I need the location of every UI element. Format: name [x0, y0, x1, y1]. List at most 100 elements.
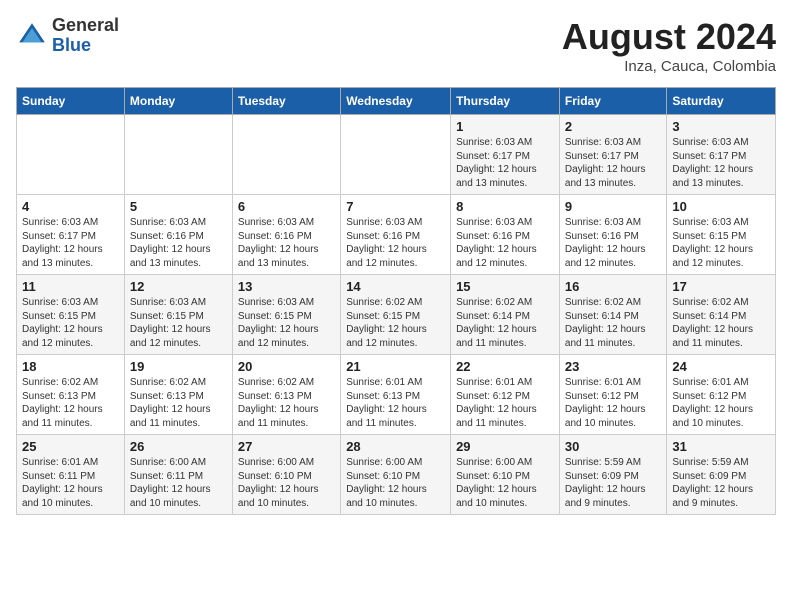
day-number: 6 — [238, 199, 335, 214]
header-cell-monday: Monday — [124, 88, 232, 115]
day-number: 21 — [346, 359, 445, 374]
calendar-cell: 15 Sunrise: 6:02 AM Sunset: 6:14 PM Dayli… — [451, 275, 560, 355]
day-number: 14 — [346, 279, 445, 294]
day-number: 20 — [238, 359, 335, 374]
calendar-cell: 1 Sunrise: 6:03 AM Sunset: 6:17 PM Daylig… — [451, 115, 560, 195]
day-info: Sunrise: 6:01 AM Sunset: 6:12 PM Dayligh… — [456, 376, 554, 430]
calendar-cell: 4 Sunrise: 6:03 AM Sunset: 6:17 PM Daylig… — [17, 195, 125, 275]
calendar-week-4: 18Sunrise: 6:02 AM Sunset: 6:13 PM Dayli… — [17, 355, 776, 435]
calendar-cell: 13 Sunrise: 6:03 AM Sunset: 6:15 PM Dayli… — [232, 275, 340, 355]
calendar-cell — [124, 115, 232, 195]
calendar-cell: 6 Sunrise: 6:03 AM Sunset: 6:16 PM Daylig… — [232, 195, 340, 275]
calendar-cell: 7 Sunrise: 6:03 AM Sunset: 6:16 PM Daylig… — [341, 195, 451, 275]
day-info: Sunrise: 6:03 AM Sunset: 6:17 PM Dayligh… — [456, 136, 554, 190]
header-cell-wednesday: Wednesday — [341, 88, 451, 115]
day-number: 4 — [22, 199, 119, 214]
day-number: 24 — [672, 359, 770, 374]
day-info: Sunrise: 6:03 AM Sunset: 6:17 PM Dayligh… — [22, 216, 119, 270]
header-cell-tuesday: Tuesday — [232, 88, 340, 115]
header-cell-sunday: Sunday — [17, 88, 125, 115]
header-cell-saturday: Saturday — [667, 88, 776, 115]
day-info: Sunrise: 6:03 AM Sunset: 6:17 PM Dayligh… — [565, 136, 661, 190]
day-number: 27 — [238, 439, 335, 454]
day-info: Sunrise: 6:01 AM Sunset: 6:11 PM Dayligh… — [22, 456, 119, 510]
calendar-cell: 19 Sunrise: 6:02 AM Sunset: 6:13 PM Dayli… — [124, 355, 232, 435]
title-block: August 2024 Inza, Cauca, Colombia — [562, 16, 776, 75]
calendar-week-5: 25 Sunrise: 6:01 AM Sunset: 6:11 PM Dayli… — [17, 435, 776, 515]
day-info: Sunrise: 6:03 AM Sunset: 6:15 PM Dayligh… — [672, 216, 770, 270]
logo-blue: Blue — [52, 36, 119, 56]
day-info: Sunrise: 6:03 AM Sunset: 6:16 PM Dayligh… — [456, 216, 554, 270]
day-number: 19 — [130, 359, 227, 374]
day-info: Sunrise: 6:03 AM Sunset: 6:16 PM Dayligh… — [565, 216, 661, 270]
day-info: Sunrise: 6:01 AM Sunset: 6:13 PM Dayligh… — [346, 376, 445, 430]
calendar-cell: 30 Sunrise: 5:59 AM Sunset: 6:09 PM Dayli… — [559, 435, 666, 515]
day-number: 31 — [672, 439, 770, 454]
calendar-cell: 20Sunrise: 6:02 AM Sunset: 6:13 PM Dayli… — [232, 355, 340, 435]
calendar-cell: 25 Sunrise: 6:01 AM Sunset: 6:11 PM Dayli… — [17, 435, 125, 515]
day-number: 23 — [565, 359, 661, 374]
day-info: Sunrise: 6:00 AM Sunset: 6:10 PM Dayligh… — [238, 456, 335, 510]
day-number: 10 — [672, 199, 770, 214]
logo-icon — [16, 20, 48, 52]
calendar-cell: 3 Sunrise: 6:03 AM Sunset: 6:17 PM Daylig… — [667, 115, 776, 195]
calendar-body: 1 Sunrise: 6:03 AM Sunset: 6:17 PM Daylig… — [17, 115, 776, 515]
calendar-cell: 8 Sunrise: 6:03 AM Sunset: 6:16 PM Daylig… — [451, 195, 560, 275]
day-info: Sunrise: 6:03 AM Sunset: 6:16 PM Dayligh… — [238, 216, 335, 270]
day-info: Sunrise: 6:02 AM Sunset: 6:15 PM Dayligh… — [346, 296, 445, 350]
calendar-cell: 26Sunrise: 6:00 AM Sunset: 6:11 PM Dayli… — [124, 435, 232, 515]
day-number: 7 — [346, 199, 445, 214]
day-number: 30 — [565, 439, 661, 454]
day-number: 1 — [456, 119, 554, 134]
day-number: 28 — [346, 439, 445, 454]
calendar-cell: 11Sunrise: 6:03 AM Sunset: 6:15 PM Dayli… — [17, 275, 125, 355]
month-year-title: August 2024 — [562, 16, 776, 58]
day-number: 25 — [22, 439, 119, 454]
day-info: Sunrise: 6:02 AM Sunset: 6:14 PM Dayligh… — [565, 296, 661, 350]
day-number: 11 — [22, 279, 119, 294]
day-info: Sunrise: 6:01 AM Sunset: 6:12 PM Dayligh… — [565, 376, 661, 430]
day-number: 17 — [672, 279, 770, 294]
calendar-cell: 31 Sunrise: 5:59 AM Sunset: 6:09 PM Dayli… — [667, 435, 776, 515]
calendar-header: SundayMondayTuesdayWednesdayThursdayFrid… — [17, 88, 776, 115]
calendar-cell: 29 Sunrise: 6:00 AM Sunset: 6:10 PM Dayli… — [451, 435, 560, 515]
day-number: 8 — [456, 199, 554, 214]
day-info: Sunrise: 5:59 AM Sunset: 6:09 PM Dayligh… — [565, 456, 661, 510]
calendar-cell: 28 Sunrise: 6:00 AM Sunset: 6:10 PM Dayli… — [341, 435, 451, 515]
day-info: Sunrise: 6:02 AM Sunset: 6:14 PM Dayligh… — [456, 296, 554, 350]
day-number: 9 — [565, 199, 661, 214]
day-number: 29 — [456, 439, 554, 454]
day-number: 15 — [456, 279, 554, 294]
page-header: General Blue August 2024 Inza, Cauca, Co… — [16, 16, 776, 75]
calendar-week-1: 1 Sunrise: 6:03 AM Sunset: 6:17 PM Daylig… — [17, 115, 776, 195]
calendar-cell: 27 Sunrise: 6:00 AM Sunset: 6:10 PM Dayli… — [232, 435, 340, 515]
header-row: SundayMondayTuesdayWednesdayThursdayFrid… — [17, 88, 776, 115]
day-number: 13 — [238, 279, 335, 294]
day-info: Sunrise: 6:03 AM Sunset: 6:15 PM Dayligh… — [130, 296, 227, 350]
day-info: Sunrise: 6:02 AM Sunset: 6:14 PM Dayligh… — [672, 296, 770, 350]
day-info: Sunrise: 6:03 AM Sunset: 6:15 PM Dayligh… — [238, 296, 335, 350]
day-number: 3 — [672, 119, 770, 134]
day-number: 5 — [130, 199, 227, 214]
calendar-cell: 23 Sunrise: 6:01 AM Sunset: 6:12 PM Dayli… — [559, 355, 666, 435]
day-info: Sunrise: 6:00 AM Sunset: 6:11 PM Dayligh… — [130, 456, 227, 510]
calendar-cell — [232, 115, 340, 195]
day-number: 2 — [565, 119, 661, 134]
calendar-cell: 2 Sunrise: 6:03 AM Sunset: 6:17 PM Daylig… — [559, 115, 666, 195]
day-info: Sunrise: 5:59 AM Sunset: 6:09 PM Dayligh… — [672, 456, 770, 510]
logo: General Blue — [16, 16, 119, 56]
calendar-cell: 21 Sunrise: 6:01 AM Sunset: 6:13 PM Dayli… — [341, 355, 451, 435]
calendar-cell: 9 Sunrise: 6:03 AM Sunset: 6:16 PM Daylig… — [559, 195, 666, 275]
calendar-week-2: 4 Sunrise: 6:03 AM Sunset: 6:17 PM Daylig… — [17, 195, 776, 275]
day-info: Sunrise: 6:03 AM Sunset: 6:16 PM Dayligh… — [346, 216, 445, 270]
calendar-week-3: 11 Sunrise: 6:03 AM Sunset: 6:15 PM Dayli… — [17, 275, 776, 355]
day-number: 12 — [130, 279, 227, 294]
day-info: Sunrise: 6:02 AM Sunset: 6:13 PM Dayligh… — [22, 376, 119, 430]
day-info: Sunrise: 6:03 AM Sunset: 6:17 PM Dayligh… — [672, 136, 770, 190]
day-info: Sunrise: 6:02 AM Sunset: 6:13 PM Dayligh… — [130, 376, 227, 430]
calendar-cell: 14 Sunrise: 6:02 AM Sunset: 6:15 PM Dayli… — [341, 275, 451, 355]
day-info: Sunrise: 6:00 AM Sunset: 6:10 PM Dayligh… — [346, 456, 445, 510]
day-info: Sunrise: 6:00 AM Sunset: 6:10 PM Dayligh… — [456, 456, 554, 510]
day-number: 22 — [456, 359, 554, 374]
calendar-cell — [17, 115, 125, 195]
